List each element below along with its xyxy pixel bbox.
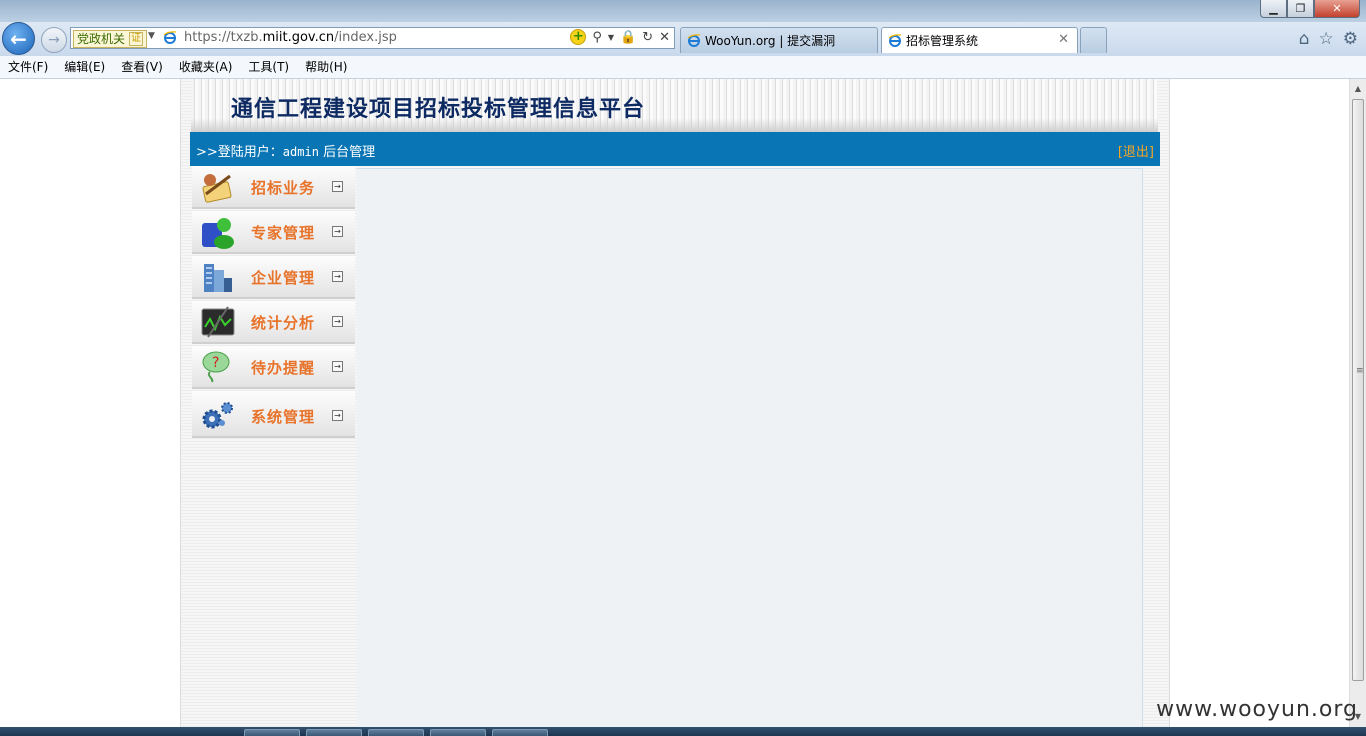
forward-arrow-icon: → bbox=[48, 32, 60, 48]
government-site-badge[interactable]: 党政机关 证 bbox=[73, 30, 148, 48]
expand-arrow-icon[interactable]: → bbox=[332, 226, 343, 237]
ie-tab-icon bbox=[687, 33, 701, 47]
scroll-up-icon[interactable]: ▲ bbox=[1351, 81, 1365, 97]
menu-bar: 文件(F) 编辑(E) 查看(V) 收藏夹(A) 工具(T) 帮助(H) bbox=[0, 56, 1366, 79]
tab-label: 招标管理系统 bbox=[906, 34, 979, 48]
statistics-icon bbox=[200, 305, 236, 339]
restore-button[interactable]: ❐ bbox=[1287, 0, 1314, 18]
left-nav: 招标业务 → 专家管理 → 企业管理 → 统计分析 → ? 待办提醒 → 系统管… bbox=[190, 166, 356, 727]
new-tab-button[interactable] bbox=[1080, 27, 1107, 53]
stop-icon[interactable]: ✕ bbox=[659, 30, 670, 45]
nav-item-bidding[interactable]: 招标业务 → bbox=[192, 166, 355, 209]
menu-file[interactable]: 文件(F) bbox=[0, 56, 56, 78]
back-button[interactable]: ← bbox=[2, 22, 35, 55]
minimize-button[interactable]: ▁ bbox=[1260, 0, 1287, 18]
badge-dropdown-icon[interactable]: ▼ bbox=[148, 31, 155, 41]
expand-arrow-icon[interactable]: → bbox=[332, 271, 343, 282]
menu-help[interactable]: 帮助(H) bbox=[297, 56, 355, 78]
menu-favorites[interactable]: 收藏夹(A) bbox=[171, 56, 241, 78]
certificate-mark: 证 bbox=[129, 32, 144, 46]
window-controls: ▁ ❐ ✕ bbox=[1260, 0, 1360, 18]
forward-button[interactable]: → bbox=[41, 27, 67, 53]
nav-item-system[interactable]: 系统管理 → bbox=[192, 391, 355, 438]
tab-close-icon[interactable]: ✕ bbox=[1058, 32, 1069, 47]
user-bar: >>登陆用户：admin 后台管理 [退出] bbox=[190, 132, 1160, 166]
url-text[interactable]: https://txzb.miit.gov.cn/index.jsp bbox=[184, 29, 397, 47]
tab-bidding-system[interactable]: 招标管理系统 ✕ bbox=[881, 27, 1078, 53]
login-prefix: >>登陆用户： bbox=[196, 145, 283, 160]
nav-item-statistics[interactable]: 统计分析 → bbox=[192, 301, 355, 344]
nav-label: 系统管理 bbox=[251, 408, 316, 426]
main-content-area bbox=[357, 168, 1143, 727]
menu-tools[interactable]: 工具(T) bbox=[240, 56, 297, 78]
expand-arrow-icon[interactable]: → bbox=[332, 181, 343, 192]
menu-view[interactable]: 查看(V) bbox=[113, 56, 171, 78]
close-window-button[interactable]: ✕ bbox=[1314, 0, 1360, 18]
search-dropdown-icon[interactable]: ▼ bbox=[608, 33, 614, 42]
tab-label: WooYun.org | 提交漏洞 bbox=[705, 34, 836, 48]
page-title: 通信工程建设项目招标投标管理信息平台 bbox=[231, 96, 646, 122]
system-gear-icon bbox=[200, 399, 236, 433]
nav-label: 专家管理 bbox=[251, 224, 316, 242]
nav-label: 企业管理 bbox=[251, 269, 316, 287]
enterprise-icon bbox=[200, 260, 236, 294]
address-bar[interactable]: 党政机关 证 ▼ https://txzb.miit.gov.cn/index.… bbox=[70, 27, 675, 49]
expand-arrow-icon[interactable]: → bbox=[332, 410, 343, 421]
address-tools: + ⚲ ▼ 🔒 ↻ ✕ bbox=[570, 29, 670, 45]
tab-wooyun[interactable]: WooYun.org | 提交漏洞 bbox=[680, 27, 878, 53]
favorites-star-icon[interactable]: ☆ bbox=[1319, 29, 1334, 49]
browser-navbar: ← → 党政机关 证 ▼ https://txzb.miit.gov.cn/in… bbox=[0, 22, 1366, 56]
menu-edit[interactable]: 编辑(E) bbox=[56, 56, 113, 78]
expand-arrow-icon[interactable]: → bbox=[332, 316, 343, 327]
page-viewport: 通信工程建设项目招标投标管理信息平台 >>登陆用户：admin 后台管理 [退出… bbox=[0, 79, 1349, 727]
taskbar-item[interactable] bbox=[306, 729, 362, 736]
nav-label: 统计分析 bbox=[251, 314, 316, 332]
window-titlebar: ▁ ❐ ✕ bbox=[0, 0, 1366, 22]
bidding-icon bbox=[200, 170, 236, 204]
watermark-text: www.wooyun.org bbox=[1156, 697, 1358, 722]
scroll-thumb[interactable]: ≡ bbox=[1352, 99, 1364, 681]
experts-icon bbox=[200, 215, 236, 249]
settings-gear-icon[interactable]: ⚙ bbox=[1343, 29, 1358, 49]
expand-arrow-icon[interactable]: → bbox=[332, 361, 343, 372]
logout-link[interactable]: [退出] bbox=[1118, 141, 1154, 160]
taskbar-item[interactable] bbox=[430, 729, 486, 736]
lock-icon[interactable]: 🔒 bbox=[620, 30, 636, 45]
badge-label: 党政机关 bbox=[77, 32, 126, 46]
home-icon[interactable]: ⌂ bbox=[1299, 29, 1310, 49]
os-taskbar bbox=[0, 727, 1366, 736]
nav-label: 招标业务 bbox=[251, 179, 316, 197]
user-name: admin bbox=[282, 145, 319, 159]
taskbar-item[interactable] bbox=[492, 729, 548, 736]
grip-icon: ≡ bbox=[1356, 366, 1364, 376]
reminder-icon: ? bbox=[200, 350, 236, 384]
browser-right-tools: ⌂ ☆ ⚙ bbox=[1299, 29, 1358, 49]
taskbar-item[interactable] bbox=[368, 729, 424, 736]
user-role: 后台管理 bbox=[323, 145, 376, 160]
search-icon[interactable]: ⚲ bbox=[592, 30, 602, 45]
site-banner: 通信工程建设项目招标投标管理信息平台 bbox=[191, 79, 1158, 132]
nav-label: 待办提醒 bbox=[251, 359, 316, 377]
svg-text:?: ? bbox=[212, 355, 219, 371]
compatibility-view-icon[interactable]: + bbox=[570, 29, 587, 45]
taskbar-item[interactable] bbox=[244, 729, 300, 736]
vertical-scrollbar[interactable]: ▲ ≡ ▼ bbox=[1349, 79, 1366, 727]
back-arrow-icon: ← bbox=[10, 26, 27, 51]
ie-page-icon bbox=[163, 31, 177, 44]
refresh-icon[interactable]: ↻ bbox=[642, 30, 653, 45]
nav-item-reminder[interactable]: ? 待办提醒 → bbox=[192, 346, 355, 389]
ie-tab-icon bbox=[888, 33, 902, 47]
nav-item-experts[interactable]: 专家管理 → bbox=[192, 211, 355, 254]
login-info: >>登陆用户：admin 后台管理 bbox=[196, 141, 375, 160]
nav-item-enterprise[interactable]: 企业管理 → bbox=[192, 256, 355, 299]
